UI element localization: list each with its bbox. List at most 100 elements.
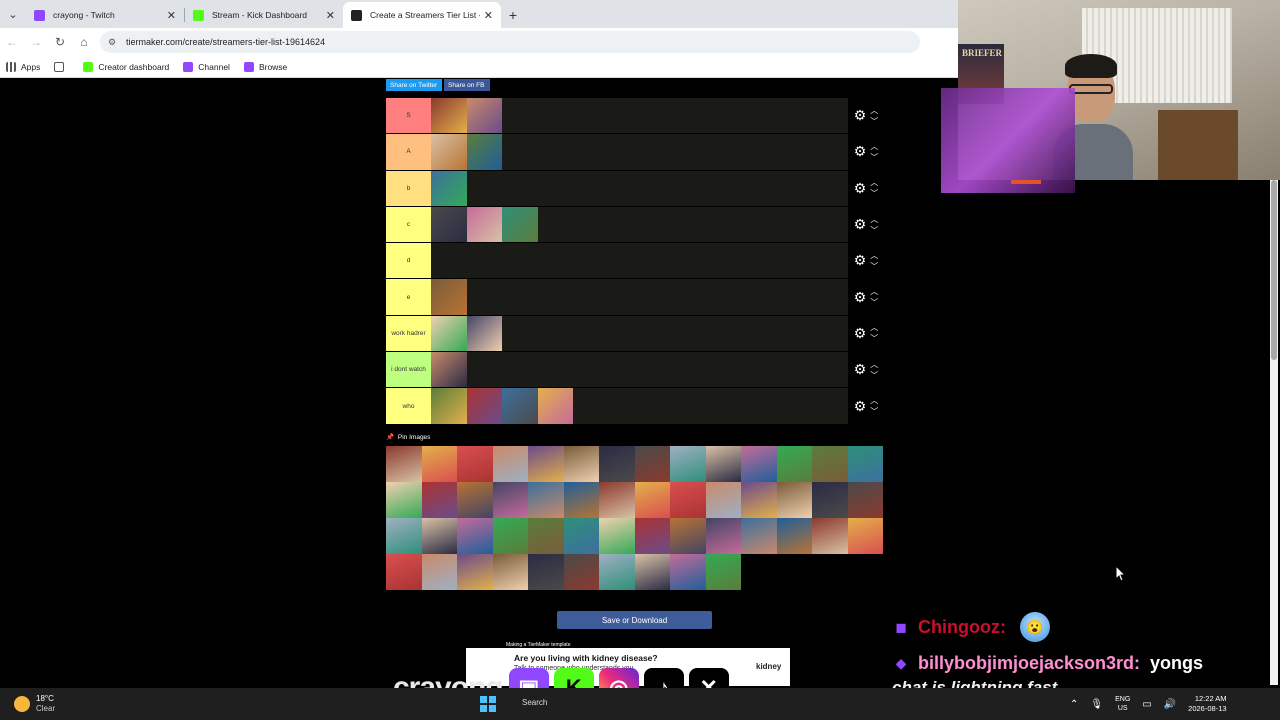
pool-streamer-tile[interactable] [812, 518, 848, 554]
pool-streamer-tile[interactable] [705, 518, 741, 554]
streamer-tile[interactable] [466, 206, 502, 243]
tier-label[interactable]: work hadrer [386, 315, 431, 352]
clock[interactable]: 12:22 AM 2026-08-13 [1188, 694, 1226, 714]
pool-streamer-tile[interactable] [599, 518, 635, 554]
pool-streamer-tile[interactable] [741, 446, 777, 482]
close-tab-icon[interactable]: ✕ [326, 9, 335, 22]
pool-streamer-tile[interactable] [741, 482, 777, 518]
chevron-up-icon[interactable]: ⌃ [1070, 699, 1078, 710]
streamer-tile[interactable] [466, 134, 502, 170]
pool-streamer-tile[interactable] [457, 554, 493, 590]
tier-label[interactable]: c [386, 206, 431, 243]
pool-streamer-tile[interactable] [670, 554, 706, 590]
close-tab-icon[interactable]: ✕ [484, 9, 493, 22]
pool-streamer-tile[interactable] [599, 554, 635, 590]
streamer-tile[interactable] [431, 170, 467, 206]
pool-streamer-tile[interactable] [528, 446, 564, 482]
pool-streamer-tile[interactable] [741, 518, 777, 554]
streamer-tile[interactable] [431, 388, 467, 424]
chevron-down-icon[interactable]: ﹀ [870, 152, 878, 163]
pool-streamer-tile[interactable] [492, 446, 528, 482]
pool-streamer-tile[interactable] [457, 518, 493, 554]
streamer-tile[interactable] [466, 315, 502, 352]
pool-streamer-tile[interactable] [634, 446, 670, 482]
pool-streamer-tile[interactable] [421, 554, 457, 590]
pool-streamer-tile[interactable] [634, 554, 670, 590]
streamer-tile[interactable] [431, 315, 467, 352]
tier-label[interactable]: e [386, 279, 431, 315]
bookmark-grid[interactable] [54, 61, 69, 72]
chevron-up-icon[interactable]: ︿ [870, 250, 878, 261]
pool-streamer-tile[interactable] [563, 518, 599, 554]
pool-streamer-tile[interactable] [776, 446, 812, 482]
pool-streamer-tile[interactable] [705, 446, 741, 482]
home-icon[interactable]: ⌂ [72, 30, 96, 54]
new-tab-plus-icon[interactable]: + [501, 2, 525, 28]
share-fb-button[interactable]: Share on FB [444, 79, 490, 91]
chevron-down-icon[interactable]: ﹀ [870, 116, 878, 127]
chevron-down-icon[interactable]: ﹀ [870, 188, 878, 199]
tab-search-chevron-icon[interactable]: ⌄ [0, 0, 26, 28]
pool-streamer-tile[interactable] [421, 518, 457, 554]
pool-streamer-tile[interactable] [421, 446, 457, 482]
chevron-up-icon[interactable]: ︿ [870, 177, 878, 188]
pin-images-toggle[interactable]: 📌 Pin Images [386, 433, 430, 441]
chevron-down-icon[interactable]: ﹀ [870, 297, 878, 308]
pool-streamer-tile[interactable] [812, 482, 848, 518]
chevron-up-icon[interactable]: ︿ [870, 105, 878, 116]
pool-streamer-tile[interactable] [705, 482, 741, 518]
pool-streamer-tile[interactable] [847, 446, 883, 482]
forward-arrow-icon[interactable]: → [24, 30, 48, 54]
tab-kick-dashboard[interactable]: Stream - Kick Dashboard ✕ [185, 2, 343, 28]
streamer-tile[interactable] [431, 98, 467, 134]
pool-streamer-tile[interactable] [492, 554, 528, 590]
pool-streamer-tile[interactable] [457, 446, 493, 482]
pool-streamer-tile[interactable] [847, 518, 883, 554]
streamer-tile[interactable] [431, 279, 467, 315]
chevron-up-icon[interactable]: ︿ [870, 322, 878, 333]
streamer-tile[interactable] [431, 352, 467, 388]
address-bar[interactable]: ⚙ tiermaker.com/create/streamers-tier-li… [100, 31, 920, 53]
gear-icon[interactable]: ⚙ [854, 180, 867, 197]
pool-streamer-tile[interactable] [492, 518, 528, 554]
tier-label[interactable]: S [386, 98, 431, 134]
pool-streamer-tile[interactable] [386, 482, 422, 518]
taskbar-search[interactable]: Search [522, 698, 547, 707]
bookmark-browse[interactable]: Browse [243, 61, 287, 72]
gear-icon[interactable]: ⚙ [854, 252, 867, 269]
chevron-down-icon[interactable]: ﹀ [870, 333, 878, 344]
pool-streamer-tile[interactable] [705, 554, 741, 590]
tier-label[interactable]: d [386, 243, 431, 279]
tier-label[interactable]: b [386, 170, 431, 206]
gear-icon[interactable]: ⚙ [854, 398, 867, 415]
streamer-tile[interactable] [537, 388, 573, 424]
pool-streamer-tile[interactable] [528, 554, 564, 590]
microphone-icon[interactable]: 🎙 [1090, 699, 1103, 710]
language-indicator[interactable]: ENG US [1115, 695, 1130, 713]
chevron-up-icon[interactable]: ︿ [870, 141, 878, 152]
pool-streamer-tile[interactable] [776, 518, 812, 554]
bookmark-apps[interactable]: Apps [6, 61, 40, 72]
chevron-up-icon[interactable]: ︿ [870, 395, 878, 406]
chevron-up-icon[interactable]: ︿ [870, 214, 878, 225]
pool-streamer-tile[interactable] [528, 482, 564, 518]
streamer-tile[interactable] [431, 134, 467, 170]
gear-icon[interactable]: ⚙ [854, 325, 867, 342]
pool-streamer-tile[interactable] [634, 482, 670, 518]
streamer-tile[interactable] [431, 206, 467, 243]
pool-streamer-tile[interactable] [670, 482, 706, 518]
tier-label[interactable]: i dont watch [386, 352, 431, 388]
pool-streamer-tile[interactable] [776, 482, 812, 518]
pool-streamer-tile[interactable] [670, 518, 706, 554]
pool-streamer-tile[interactable] [670, 446, 706, 482]
bookmark-creator-dashboard[interactable]: Creator dashboard [83, 61, 169, 72]
gear-icon[interactable]: ⚙ [854, 107, 867, 124]
pool-streamer-tile[interactable] [563, 554, 599, 590]
volume-icon[interactable]: 🔊 [1164, 699, 1176, 710]
chevron-up-icon[interactable]: ︿ [870, 359, 878, 370]
pool-streamer-tile[interactable] [812, 446, 848, 482]
pool-streamer-tile[interactable] [492, 482, 528, 518]
scrollbar-thumb[interactable] [1271, 180, 1277, 360]
streamer-tile[interactable] [466, 98, 502, 134]
pool-streamer-tile[interactable] [386, 518, 422, 554]
